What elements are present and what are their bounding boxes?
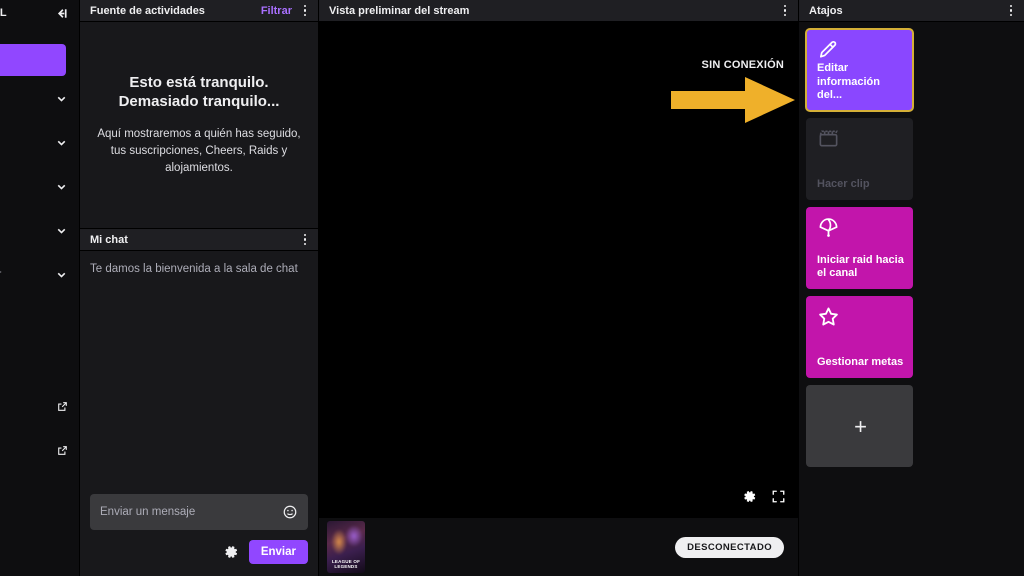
shortcut-tile-add[interactable]: + bbox=[806, 385, 913, 467]
shortcut-tile-label: Editar información del... bbox=[817, 61, 880, 102]
chat-footer: Enviar un mensaje Enviar bbox=[80, 486, 318, 576]
shortcut-tile-label: Hacer clip bbox=[817, 178, 870, 191]
offline-label: SIN CONEXIÓN bbox=[701, 59, 784, 71]
smiley-icon[interactable] bbox=[282, 504, 298, 520]
empty-state-body: Aquí mostraremos a quién has seguido, tu… bbox=[97, 127, 301, 175]
star-icon bbox=[817, 305, 904, 329]
game-boxart-label: LEAGUE OF LEGENDS bbox=[331, 559, 361, 570]
chat-actions: Enviar bbox=[90, 540, 308, 564]
sidebar-item-contenido[interactable]: Contenido bbox=[0, 164, 79, 208]
pencil-icon bbox=[817, 38, 904, 62]
shortcuts-column: Atajos Editar información del... Hacer c… bbox=[798, 0, 1024, 576]
gear-icon[interactable] bbox=[223, 544, 239, 560]
shortcuts-header: Atajos bbox=[799, 0, 1024, 22]
chat-input-placeholder[interactable]: Enviar un mensaje bbox=[100, 506, 276, 518]
stream-preview-header: Vista preliminar del stream bbox=[319, 0, 798, 22]
activity-feed-empty-state: Esto está tranquilo. Demasiado tranquilo… bbox=[80, 22, 318, 228]
shortcut-tile-gestionar-metas[interactable]: Gestionar metas bbox=[806, 296, 913, 378]
game-boxart[interactable]: LEAGUE OF LEGENDS bbox=[327, 521, 365, 573]
shortcut-tile-iniciar-raid[interactable]: Iniciar raid hacia el canal bbox=[806, 207, 913, 289]
chevron-down-icon bbox=[54, 223, 68, 237]
activity-feed-header: Fuente de actividades Filtrar bbox=[80, 0, 318, 22]
sidebar-item-ajustes[interactable]: Ajustes bbox=[0, 340, 79, 384]
empty-state-heading: Esto está tranquilo. Demasiado tranquilo… bbox=[118, 73, 280, 111]
video-controls bbox=[742, 489, 786, 507]
kebab-menu-icon[interactable] bbox=[298, 2, 312, 20]
sidebar-item-recompensas[interactable]: Recompensas de creador bbox=[0, 252, 79, 296]
kebab-menu-icon[interactable] bbox=[298, 231, 312, 249]
sidebar-title: PANEL DE CONTROL DEL bbox=[0, 7, 7, 19]
gear-icon[interactable] bbox=[742, 489, 757, 507]
sidebar-item-confianza-seguridad[interactable]: Confianza y seguridad bbox=[0, 428, 79, 472]
shortcut-tile-hacer-clip: Hacer clip bbox=[806, 118, 913, 200]
chevron-down-icon bbox=[54, 267, 68, 281]
chat-panel: Mi chat Te damos la bienvenida a la sala… bbox=[80, 228, 318, 576]
activity-and-chat-column: Fuente de actividades Filtrar Esto está … bbox=[80, 0, 318, 576]
shortcut-tile-grid: Editar información del... Hacer clip Ini… bbox=[799, 22, 1024, 467]
stream-preview-title: Vista preliminar del stream bbox=[329, 4, 470, 17]
shortcut-tile-editar-informacion[interactable]: Editar información del... bbox=[805, 28, 914, 112]
sidebar-item-label: Recompensas de creador bbox=[0, 267, 1, 282]
sidebar-item-herramientas[interactable]: Herramientas de creador bbox=[0, 296, 79, 340]
kebab-menu-icon[interactable] bbox=[1004, 2, 1018, 20]
chat-header: Mi chat bbox=[80, 229, 318, 251]
left-sidebar: PANEL DE CONTROL DEL Editar stream Activ… bbox=[0, 0, 80, 576]
chevron-down-icon bbox=[54, 135, 68, 149]
status-badge: DESCONECTADO bbox=[675, 536, 784, 558]
activity-feed-title: Fuente de actividades bbox=[90, 4, 205, 17]
stream-info-bar: LEAGUE OF LEGENDS DESCONECTADO bbox=[319, 518, 798, 576]
right-arrow-annotation bbox=[671, 77, 795, 123]
kebab-menu-icon[interactable] bbox=[778, 2, 792, 20]
filter-button[interactable]: Filtrar bbox=[261, 5, 292, 17]
clapperboard-icon bbox=[817, 127, 904, 151]
sidebar-item-configuracion[interactable]: Configuración bbox=[0, 208, 79, 252]
chat-title: Mi chat bbox=[90, 233, 128, 246]
external-link-icon bbox=[57, 401, 68, 412]
external-link-icon bbox=[57, 445, 68, 456]
parachute-icon bbox=[817, 216, 904, 240]
chat-welcome-message: Te damos la bienvenida a la sala de chat bbox=[90, 263, 298, 275]
shortcut-tile-label: Iniciar raid hacia el canal bbox=[817, 253, 904, 280]
plus-icon: + bbox=[854, 413, 867, 439]
sidebar-item-comunidad[interactable]: Comunidad bbox=[0, 120, 79, 164]
sidebar-item-panel-creadores[interactable]: Panel de creadores bbox=[0, 384, 79, 428]
edit-stream-button[interactable]: Editar stream bbox=[0, 44, 66, 76]
send-chat-button[interactable]: Enviar bbox=[248, 540, 308, 564]
video-player[interactable]: SIN CONEXIÓN bbox=[319, 22, 798, 518]
fullscreen-icon[interactable] bbox=[771, 489, 786, 507]
chevron-down-icon bbox=[54, 91, 68, 105]
dashboard-root: PANEL DE CONTROL DEL Editar stream Activ… bbox=[0, 0, 1024, 576]
chat-message-list: Te damos la bienvenida a la sala de chat bbox=[80, 251, 318, 486]
chat-input-wrapper[interactable]: Enviar un mensaje bbox=[90, 494, 308, 530]
shortcuts-title: Atajos bbox=[809, 4, 843, 17]
sidebar-item-actividad[interactable]: Actividad bbox=[0, 76, 79, 120]
chevron-down-icon bbox=[54, 179, 68, 193]
collapse-left-icon[interactable] bbox=[52, 4, 70, 22]
shortcut-tile-label: Gestionar metas bbox=[817, 356, 904, 369]
sidebar-header: PANEL DE CONTROL DEL bbox=[0, 0, 79, 26]
stream-preview-column: Vista preliminar del stream SIN CONEXIÓN bbox=[318, 0, 798, 576]
